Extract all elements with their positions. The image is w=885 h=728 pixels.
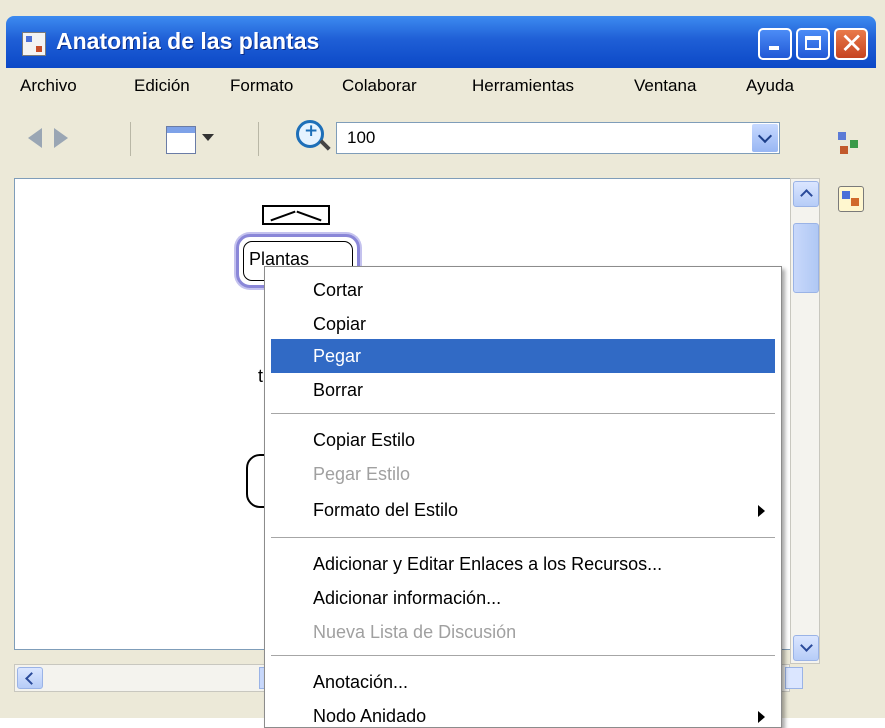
context-menu-label: Pegar Estilo	[313, 464, 411, 484]
forward-arrow-icon[interactable]	[54, 128, 68, 148]
context-menu-formato-del-estilo[interactable]: Formato del Estilo	[265, 493, 781, 527]
title-bar[interactable]: Anatomia de las plantas ✕	[6, 16, 876, 68]
menu-herramientas[interactable]: Herramientas	[472, 76, 574, 96]
context-menu-pegar[interactable]: Pegar	[271, 339, 775, 373]
scroll-down-button[interactable]	[793, 635, 819, 661]
zoom-value[interactable]: 100	[347, 128, 375, 148]
context-menu-label: Adicionar y Editar Enlaces a los Recurso…	[313, 554, 663, 574]
context-menu-anotacion[interactable]: Anotación...	[265, 665, 781, 699]
nested-node-toggle-icon[interactable]	[262, 205, 330, 225]
menu-ayuda[interactable]: Ayuda	[746, 76, 794, 96]
context-menu-label: Borrar	[313, 380, 364, 400]
toolbar-separator	[130, 122, 131, 156]
context-menu-copiar[interactable]: Copiar	[265, 307, 781, 341]
close-button[interactable]: ✕	[834, 27, 868, 60]
application-window: Anatomia de las plantas ✕ Archivo Edició…	[0, 0, 885, 728]
context-menu-adicionar-informacion[interactable]: Adicionar información...	[265, 581, 781, 615]
context-menu-label: Formato del Estilo	[313, 500, 459, 520]
context-menu-label: Nodo Anidado	[313, 706, 427, 726]
menu-ventana[interactable]: Ventana	[634, 76, 696, 96]
context-menu-cortar[interactable]: Cortar	[265, 273, 781, 307]
vertical-scrollbar[interactable]	[790, 178, 820, 664]
context-menu-label: Copiar Estilo	[313, 430, 416, 450]
context-menu-copiar-estilo[interactable]: Copiar Estilo	[265, 423, 781, 457]
menu-colaborar[interactable]: Colaborar	[342, 76, 417, 96]
context-menu-label: Cortar	[313, 280, 364, 300]
toolbar: + 100	[6, 106, 876, 174]
linking-phrase[interactable]: t	[258, 366, 263, 387]
context-menu-label: Anotación...	[313, 672, 409, 692]
context-menu-borrar[interactable]: Borrar	[265, 373, 781, 407]
context-menu-label: Adicionar información...	[313, 588, 502, 608]
menu-separator	[271, 413, 775, 414]
context-menu-pegar-estilo: Pegar Estilo	[265, 457, 781, 491]
scroll-right-button[interactable]	[785, 667, 803, 689]
menu-separator	[271, 537, 775, 538]
menu-edicion[interactable]: Edición	[134, 76, 190, 96]
menu-formato[interactable]: Formato	[230, 76, 293, 96]
zoom-dropdown-button[interactable]	[752, 124, 778, 152]
back-arrow-icon[interactable]	[28, 128, 42, 148]
menu-separator	[271, 655, 775, 656]
app-icon	[22, 32, 46, 56]
menu-archivo[interactable]: Archivo	[20, 76, 77, 96]
zoom-icon[interactable]: +	[296, 120, 324, 148]
submenu-arrow-icon	[758, 505, 765, 517]
chevron-down-icon[interactable]	[202, 134, 214, 141]
minimize-button[interactable]	[758, 28, 792, 60]
scroll-thumb[interactable]	[793, 223, 819, 293]
scroll-up-button[interactable]	[793, 181, 819, 207]
discussion-icon[interactable]	[838, 186, 864, 212]
close-icon: ✕	[840, 27, 864, 60]
context-menu-label: Nueva Lista de Discusión	[313, 622, 517, 642]
context-menu-nueva-lista-discusion: Nueva Lista de Discusión	[265, 615, 781, 649]
zoom-combobox[interactable]: 100	[336, 122, 780, 154]
menu-bar: Archivo Edición Formato Colaborar Herram…	[6, 68, 876, 106]
context-menu-nodo-anidado[interactable]: Nodo Anidado	[265, 699, 781, 727]
context-menu-enlaces-recursos[interactable]: Adicionar y Editar Enlaces a los Recurso…	[265, 547, 781, 581]
window-title: Anatomia de las plantas	[56, 28, 320, 54]
toolbar-separator	[258, 122, 259, 156]
context-menu-label: Pegar	[313, 346, 362, 366]
maximize-button[interactable]	[796, 28, 830, 60]
scroll-left-button[interactable]	[17, 667, 43, 689]
map-structure-icon[interactable]	[838, 132, 862, 156]
submenu-arrow-icon	[758, 711, 765, 723]
context-menu: Cortar Copiar Pegar Borrar Copiar Estilo…	[264, 266, 782, 728]
context-menu-label: Copiar	[313, 314, 367, 334]
view-mode-icon[interactable]	[166, 126, 196, 154]
